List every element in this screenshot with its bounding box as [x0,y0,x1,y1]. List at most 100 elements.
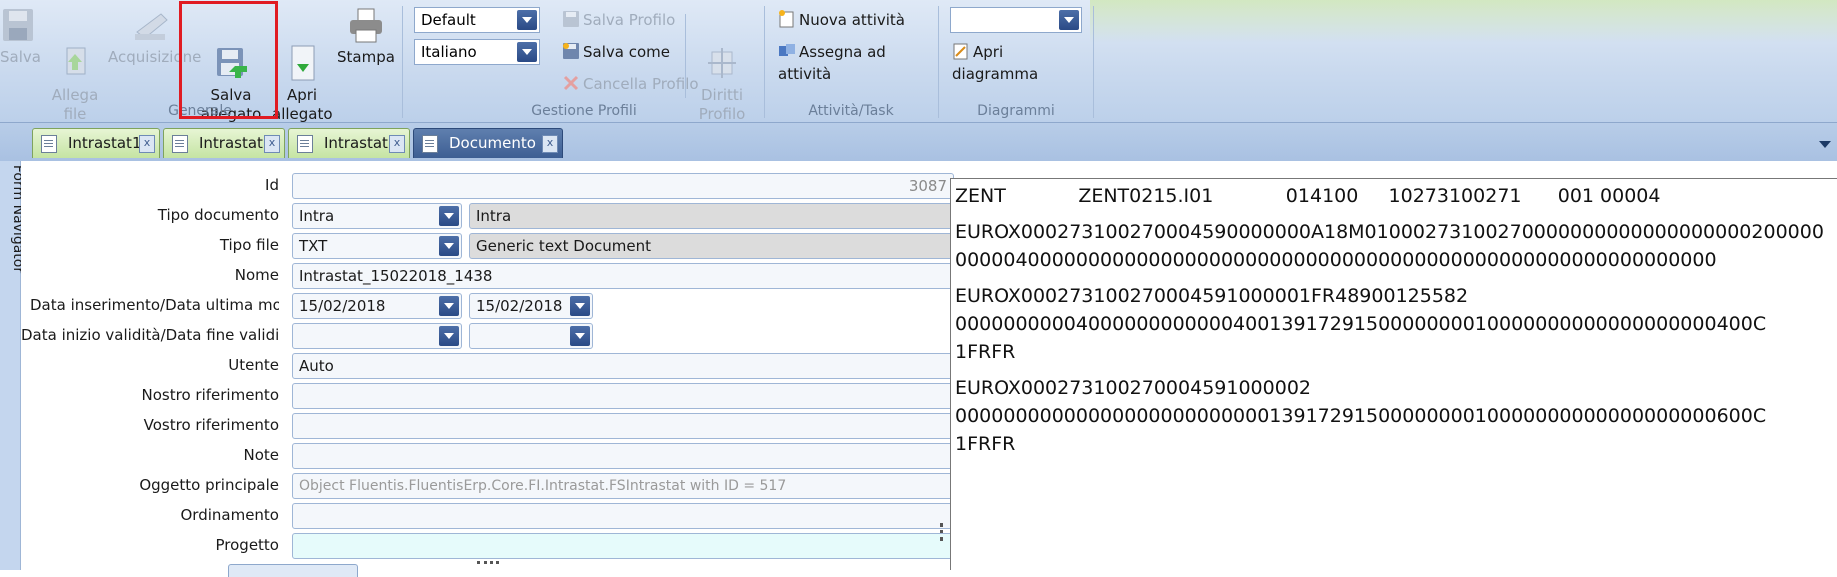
document-icon [297,135,313,153]
document-gap [955,210,1837,218]
chevron-down-icon[interactable] [570,326,590,346]
ordinamento-field[interactable] [292,503,954,529]
new-task-icon [778,10,796,28]
chevron-down-icon[interactable] [517,10,537,30]
tipo-documento-select[interactable]: Intra [292,203,462,229]
splitter-handle[interactable] [940,523,946,541]
tab-intrastat-3[interactable]: Intrastat x [288,128,410,158]
group-label-attivita: Attività/Task [808,103,894,119]
profile-select[interactable]: Default [414,7,540,33]
id-field[interactable]: 3087 [292,173,954,199]
document-gap [955,274,1837,282]
close-icon[interactable]: x [264,135,280,153]
nostro-riferimento-field[interactable] [292,383,954,409]
save-as-icon [562,42,580,60]
chevron-down-icon[interactable] [439,236,459,256]
label-progetto: Progetto [215,536,280,554]
salva-come-button[interactable]: Salva come [562,41,670,63]
note-field[interactable] [292,443,954,469]
vostro-riferimento-field[interactable] [292,413,954,439]
floppy-disk-icon [562,10,580,28]
data-ultima-modifica-field[interactable]: 15/02/2018 [469,293,593,319]
assegna-attivita-button[interactable]: Assegna ad attività [778,41,936,83]
label-oggetto-principale: Oggetto principale [139,476,279,494]
group-label-diagrammi: Diagrammi [977,103,1055,119]
nome-field[interactable]: Intrastat_15022018_1438 [292,263,954,289]
document-line: 0000000000400000000000040013917291500000… [955,313,1767,335]
printer-icon [346,6,386,46]
tipo-documento-desc: Intra [469,203,954,229]
open-attachment-icon [282,25,322,81]
document-line: 1FRFR [955,433,1016,455]
utente-field[interactable]: Auto [292,353,954,379]
diagram-icon [952,42,970,60]
data-inizio-validita-field[interactable] [292,323,462,349]
document-line: 1FRFR [955,341,1016,363]
partial-button[interactable] [228,564,358,577]
document-line: EUROX000273100270004591000002 [955,377,1311,399]
label-note: Note [243,446,279,464]
progetto-field[interactable] [292,533,954,559]
document-icon [172,135,188,153]
tipo-file-select[interactable]: TXT [292,233,462,259]
highlight-box [179,1,278,119]
label-data-validita: Data inizio validità/Data fine validità [21,326,279,344]
data-fine-validita-field[interactable] [469,323,593,349]
label-nome: Nome [234,266,279,284]
group-gestione-profili: Default Italiano Salva Profilo Salva com… [404,0,764,123]
chevron-down-icon[interactable] [439,206,459,226]
tab-menu-icon[interactable] [1819,141,1831,148]
label-tipo-file: Tipo file [219,236,279,254]
document-line: EUROX000273100270004590000000A18M0100027… [955,221,1824,243]
chevron-down-icon[interactable] [439,326,459,346]
language-select[interactable]: Italiano [414,39,540,65]
chevron-down-icon[interactable] [1059,10,1079,30]
form-navigator[interactable]: Form Navigator [0,161,26,570]
nuova-attivita-button[interactable]: Nuova attività [778,9,905,31]
data-inserimento-field[interactable]: 15/02/2018 [292,293,462,319]
document-line: 0000040000000000000000000000000000000000… [955,249,1717,271]
tab-intrastat1[interactable]: Intrastat1 x [32,128,160,158]
document-form: Id 3087 Tipo documento Intra Intra Tipo … [21,161,954,577]
document-line: 0000000000000000000000000013917291500000… [955,405,1767,427]
label-data-inserimento: Data inserimento/Data ultima modific [30,296,279,314]
label-ordinamento: Ordinamento [180,506,279,524]
tab-documento[interactable]: Documento x [413,128,563,158]
document-line: EUROX000273100270004591000001FR489001255… [955,285,1469,307]
close-icon[interactable]: x [389,135,405,153]
apri-diagramma-button[interactable]: Apri diagramma [952,41,1092,83]
diagram-select[interactable] [950,7,1082,33]
document-icon [422,135,438,153]
label-id: Id [265,176,279,194]
label-utente: Utente [228,356,279,374]
chevron-down-icon[interactable] [439,296,459,316]
close-icon[interactable]: x [542,135,558,153]
group-diagrammi: Apri diagramma Diagrammi [940,0,1092,122]
group-label-gestione-profili: Gestione Profili [531,103,637,119]
document-gap [955,366,1837,374]
delete-icon [562,74,580,92]
chevron-down-icon[interactable] [570,296,590,316]
ribbon: Salva Allega file Acquisizione Salva all… [0,0,1837,123]
tab-intrastat-2[interactable]: Intrastat x [163,128,285,158]
document-icon [41,135,57,153]
chevron-down-icon[interactable] [517,42,537,62]
oggetto-principale-field: Object Fluentis.FluentisErp.Core.FI.Intr… [292,473,954,499]
cancella-profilo-button[interactable]: Cancella Profilo [562,73,699,95]
stampa-button[interactable]: Stampa [336,6,396,67]
tipo-file-desc: Generic text Document [469,233,954,259]
close-icon[interactable]: x [139,135,155,153]
label-nostro-riferimento: Nostro riferimento [141,386,279,404]
label-vostro-riferimento: Vostro riferimento [143,416,279,434]
document-line: ZENT ZENT0215.I01 014100 10273100271 001… [955,185,1661,207]
resize-grip-icon[interactable] [477,561,499,564]
profile-rights-icon [702,25,742,78]
scanner-icon [131,6,171,46]
salva-profilo-button[interactable]: Salva Profilo [562,9,675,31]
document-preview: ZENT ZENT0215.I01 014100 10273100271 001… [950,178,1837,570]
salva-button[interactable]: Salva [0,6,41,67]
floppy-disk-icon [1,6,37,46]
group-attivita: Nuova attività Assegna ad attività Attiv… [766,0,936,122]
attach-file-icon [55,25,95,75]
tab-bar: Intrastat1 x Intrastat x Intrastat x Doc… [0,123,1837,161]
